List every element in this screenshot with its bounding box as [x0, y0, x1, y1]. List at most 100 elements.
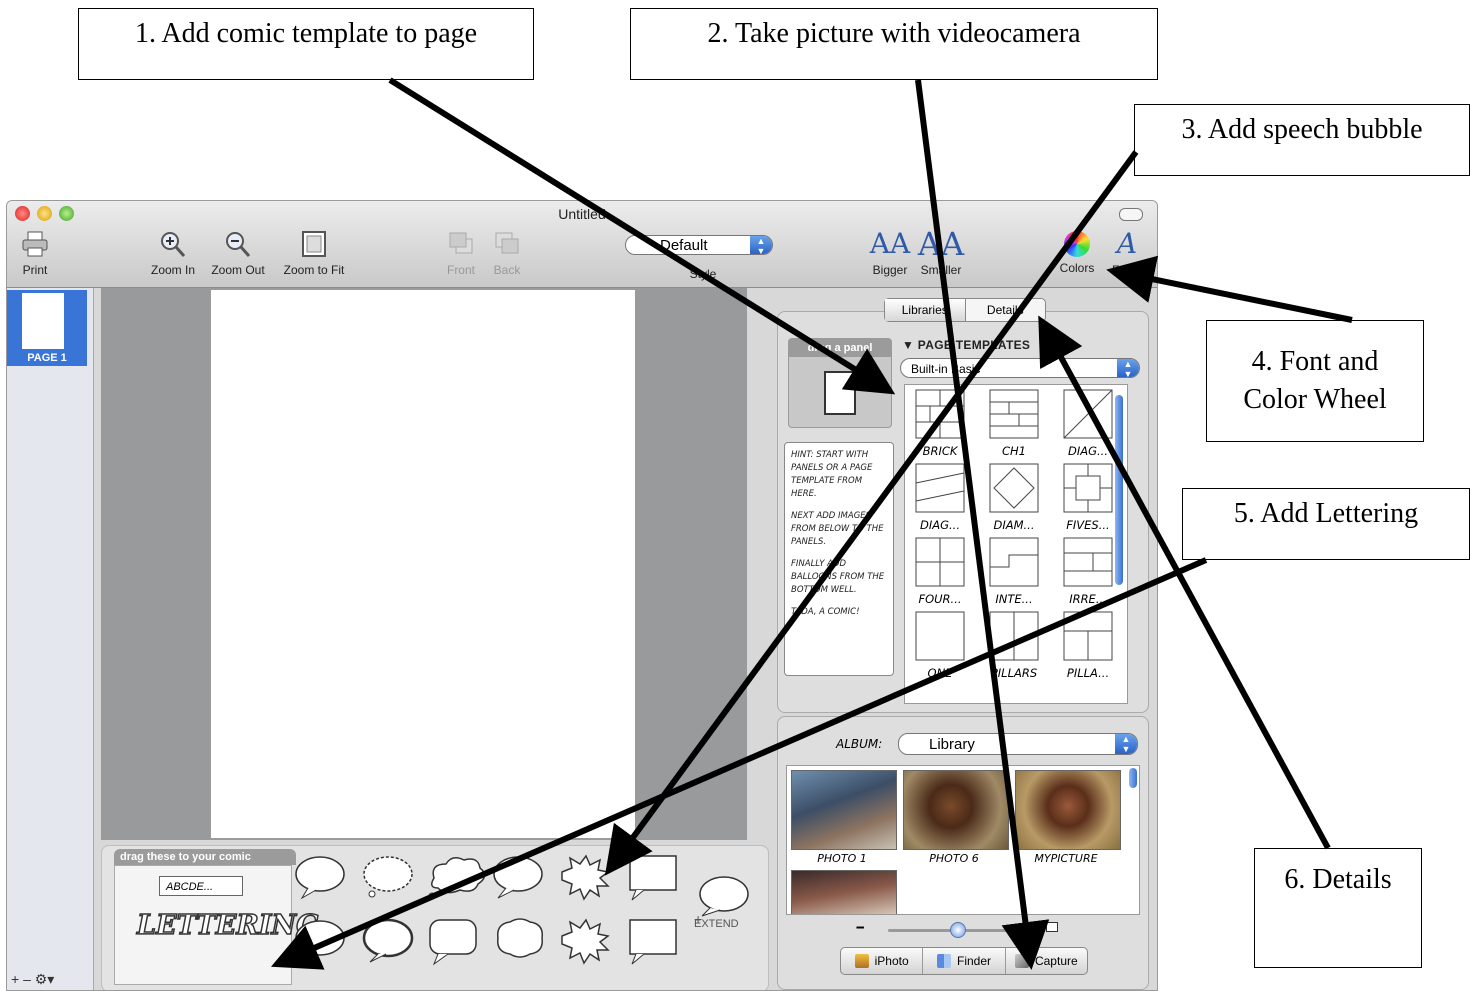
template-scrollbar[interactable]	[1115, 395, 1123, 585]
template-item[interactable]: FOUR...	[905, 533, 975, 606]
template-item[interactable]: DIAM...	[979, 459, 1049, 532]
toolbar-toggle-button[interactable]	[1119, 208, 1143, 221]
finder-label: Finder	[956, 954, 991, 968]
template-item[interactable]: BRICK	[905, 385, 975, 458]
hint-line: HINT: START WITH PANELS OR A PAGE TEMPLA…	[791, 450, 873, 499]
select-arrows-icon: ▲ ▼	[1117, 359, 1139, 379]
page-thumbnail-1[interactable]: PAGE 1	[7, 290, 87, 366]
callout-font-color-wheel: 4. Font and Color Wheel	[1206, 320, 1424, 442]
slider-knob[interactable]	[950, 922, 966, 938]
speech-bubble-wavy[interactable]	[493, 856, 543, 899]
hint-box: HINT: START WITH PANELS OR A PAGE TEMPLA…	[784, 442, 894, 676]
thought-bubble-cloud[interactable]	[428, 857, 486, 900]
callout-text: 5. Add Lettering	[1233, 498, 1419, 529]
photo-label: MYPICTURE	[1034, 852, 1098, 865]
photo-thumbnail-extra[interactable]	[791, 870, 897, 914]
tab-details[interactable]: Details	[966, 299, 1046, 321]
panel-shape[interactable]	[824, 371, 856, 415]
colors-button[interactable]: Colors	[1055, 229, 1099, 275]
small-thumbnails-icon: ▪▪▪▪	[856, 923, 864, 932]
hint-line: FINALLY ADD BALLOONS FROM THE BOTTOM WEL…	[791, 559, 885, 595]
speech-bubble-round[interactable]	[295, 856, 345, 900]
style-select[interactable]: Default ▲ ▼	[625, 235, 773, 256]
template-item[interactable]: ONE	[905, 607, 975, 680]
send-back-icon	[495, 232, 519, 254]
photo-thumbnail-1[interactable]	[791, 770, 897, 850]
template-four-icon	[915, 537, 965, 587]
callout-take-picture: 2. Take picture with videocamera	[630, 8, 1158, 80]
album-select[interactable]: Library ▲ ▼	[898, 733, 1138, 755]
comic-canvas[interactable]	[101, 288, 747, 840]
caption-box[interactable]: ABCDE...	[159, 876, 243, 896]
template-ch1-icon	[989, 389, 1039, 439]
page-templates-header[interactable]: ▼ PAGE TEMPLATES	[902, 338, 1030, 352]
window-title: Untitled	[558, 206, 606, 222]
iphoto-label: iPhoto	[874, 954, 909, 968]
template-pillars-2-icon	[1063, 611, 1113, 661]
smaller-text-icon: AA	[917, 225, 965, 263]
speech-bubble-round-2[interactable]	[295, 920, 345, 956]
template-item[interactable]: PILLA...	[1053, 607, 1123, 680]
template-item[interactable]: FIVES...	[1053, 459, 1123, 532]
photo-thumbnail-6[interactable]	[903, 770, 1009, 850]
iphoto-button[interactable]: iPhoto	[841, 948, 924, 974]
print-button[interactable]: Print	[17, 229, 53, 277]
zoom-in-icon	[161, 232, 186, 257]
template-item[interactable]: CH1	[979, 385, 1049, 458]
well-tab: drag these to your comic	[114, 849, 296, 865]
capture-label: Capture	[1034, 954, 1078, 968]
style-label-text: Style	[689, 267, 717, 281]
photo-scrollbar[interactable]	[1129, 768, 1137, 788]
zoom-to-fit-label: Zoom to Fit	[283, 263, 345, 277]
template-item[interactable]: DIAG...	[905, 459, 975, 532]
template-diamond-icon	[989, 463, 1039, 513]
template-item[interactable]: INTE...	[979, 533, 1049, 606]
speech-bubble-bold[interactable]	[362, 918, 414, 963]
template-irregular-icon	[1063, 537, 1113, 587]
speech-bubble-rounded-rect[interactable]	[429, 919, 477, 966]
zoom-in-button[interactable]: Zoom In	[145, 229, 201, 277]
bigger-button[interactable]: AA Bigger	[867, 227, 913, 278]
shout-bubble-spiky[interactable]	[561, 854, 610, 901]
zoom-in-label: Zoom In	[150, 263, 195, 277]
hint-line: TADA, A COMIC!	[791, 607, 860, 617]
template-item[interactable]: DIAG...	[1053, 385, 1123, 458]
finder-button[interactable]: Finder	[923, 948, 1006, 974]
zoom-to-fit-button[interactable]: Zoom to Fit	[277, 229, 351, 277]
print-label: Print	[22, 263, 48, 277]
page-controls[interactable]: + – ⚙▾	[11, 971, 54, 988]
shout-bubble-spiky-2[interactable]	[561, 918, 610, 965]
template-interlock-icon	[989, 537, 1039, 587]
fonts-button[interactable]: A Fonts	[1107, 229, 1147, 278]
thought-bubble-dotted[interactable]	[363, 856, 413, 898]
speech-bubble-box-2[interactable]	[629, 919, 677, 965]
template-set-select[interactable]: Built-in Basic ▲ ▼	[900, 358, 1140, 379]
bring-front-icon	[449, 232, 473, 254]
smaller-label: Smaller	[920, 263, 962, 277]
callout-text: 4. Font and Color Wheel	[1243, 346, 1387, 415]
album-label: ALBUM:	[836, 737, 883, 751]
template-item[interactable]: IRRE...	[1053, 533, 1123, 606]
speech-bubble-box[interactable]	[629, 855, 677, 901]
bigger-text-icon: AA	[869, 227, 911, 260]
photo-thumbnail-mypicture[interactable]	[1015, 770, 1121, 850]
back-label: Back	[493, 263, 521, 277]
balloon-well: drag these to your comic ABCDE... LETTER…	[101, 845, 769, 990]
speech-bubble-scalloped[interactable]	[497, 918, 543, 958]
template-label: FIVES...	[1066, 518, 1110, 532]
colors-label: Colors	[1059, 261, 1095, 275]
drag-panel-box[interactable]: drag a panel	[788, 338, 892, 428]
smaller-button[interactable]: AA Smaller	[915, 225, 967, 277]
template-item[interactable]: PILLARS	[979, 607, 1049, 680]
zoom-to-fit-icon	[302, 231, 326, 257]
zoom-out-label: Zoom Out	[211, 263, 265, 277]
zoom-out-button[interactable]: Zoom Out	[207, 229, 269, 277]
template-label: FOUR...	[918, 592, 962, 606]
comic-page[interactable]	[211, 290, 635, 838]
front-button[interactable]: Front	[441, 229, 481, 277]
capture-button[interactable]: Capture	[1006, 948, 1087, 974]
tab-libraries[interactable]: Libraries	[885, 299, 966, 321]
template-label: PILLA...	[1066, 666, 1110, 680]
back-button[interactable]: Back	[489, 229, 525, 277]
photo-label: PHOTO 6	[929, 852, 979, 865]
